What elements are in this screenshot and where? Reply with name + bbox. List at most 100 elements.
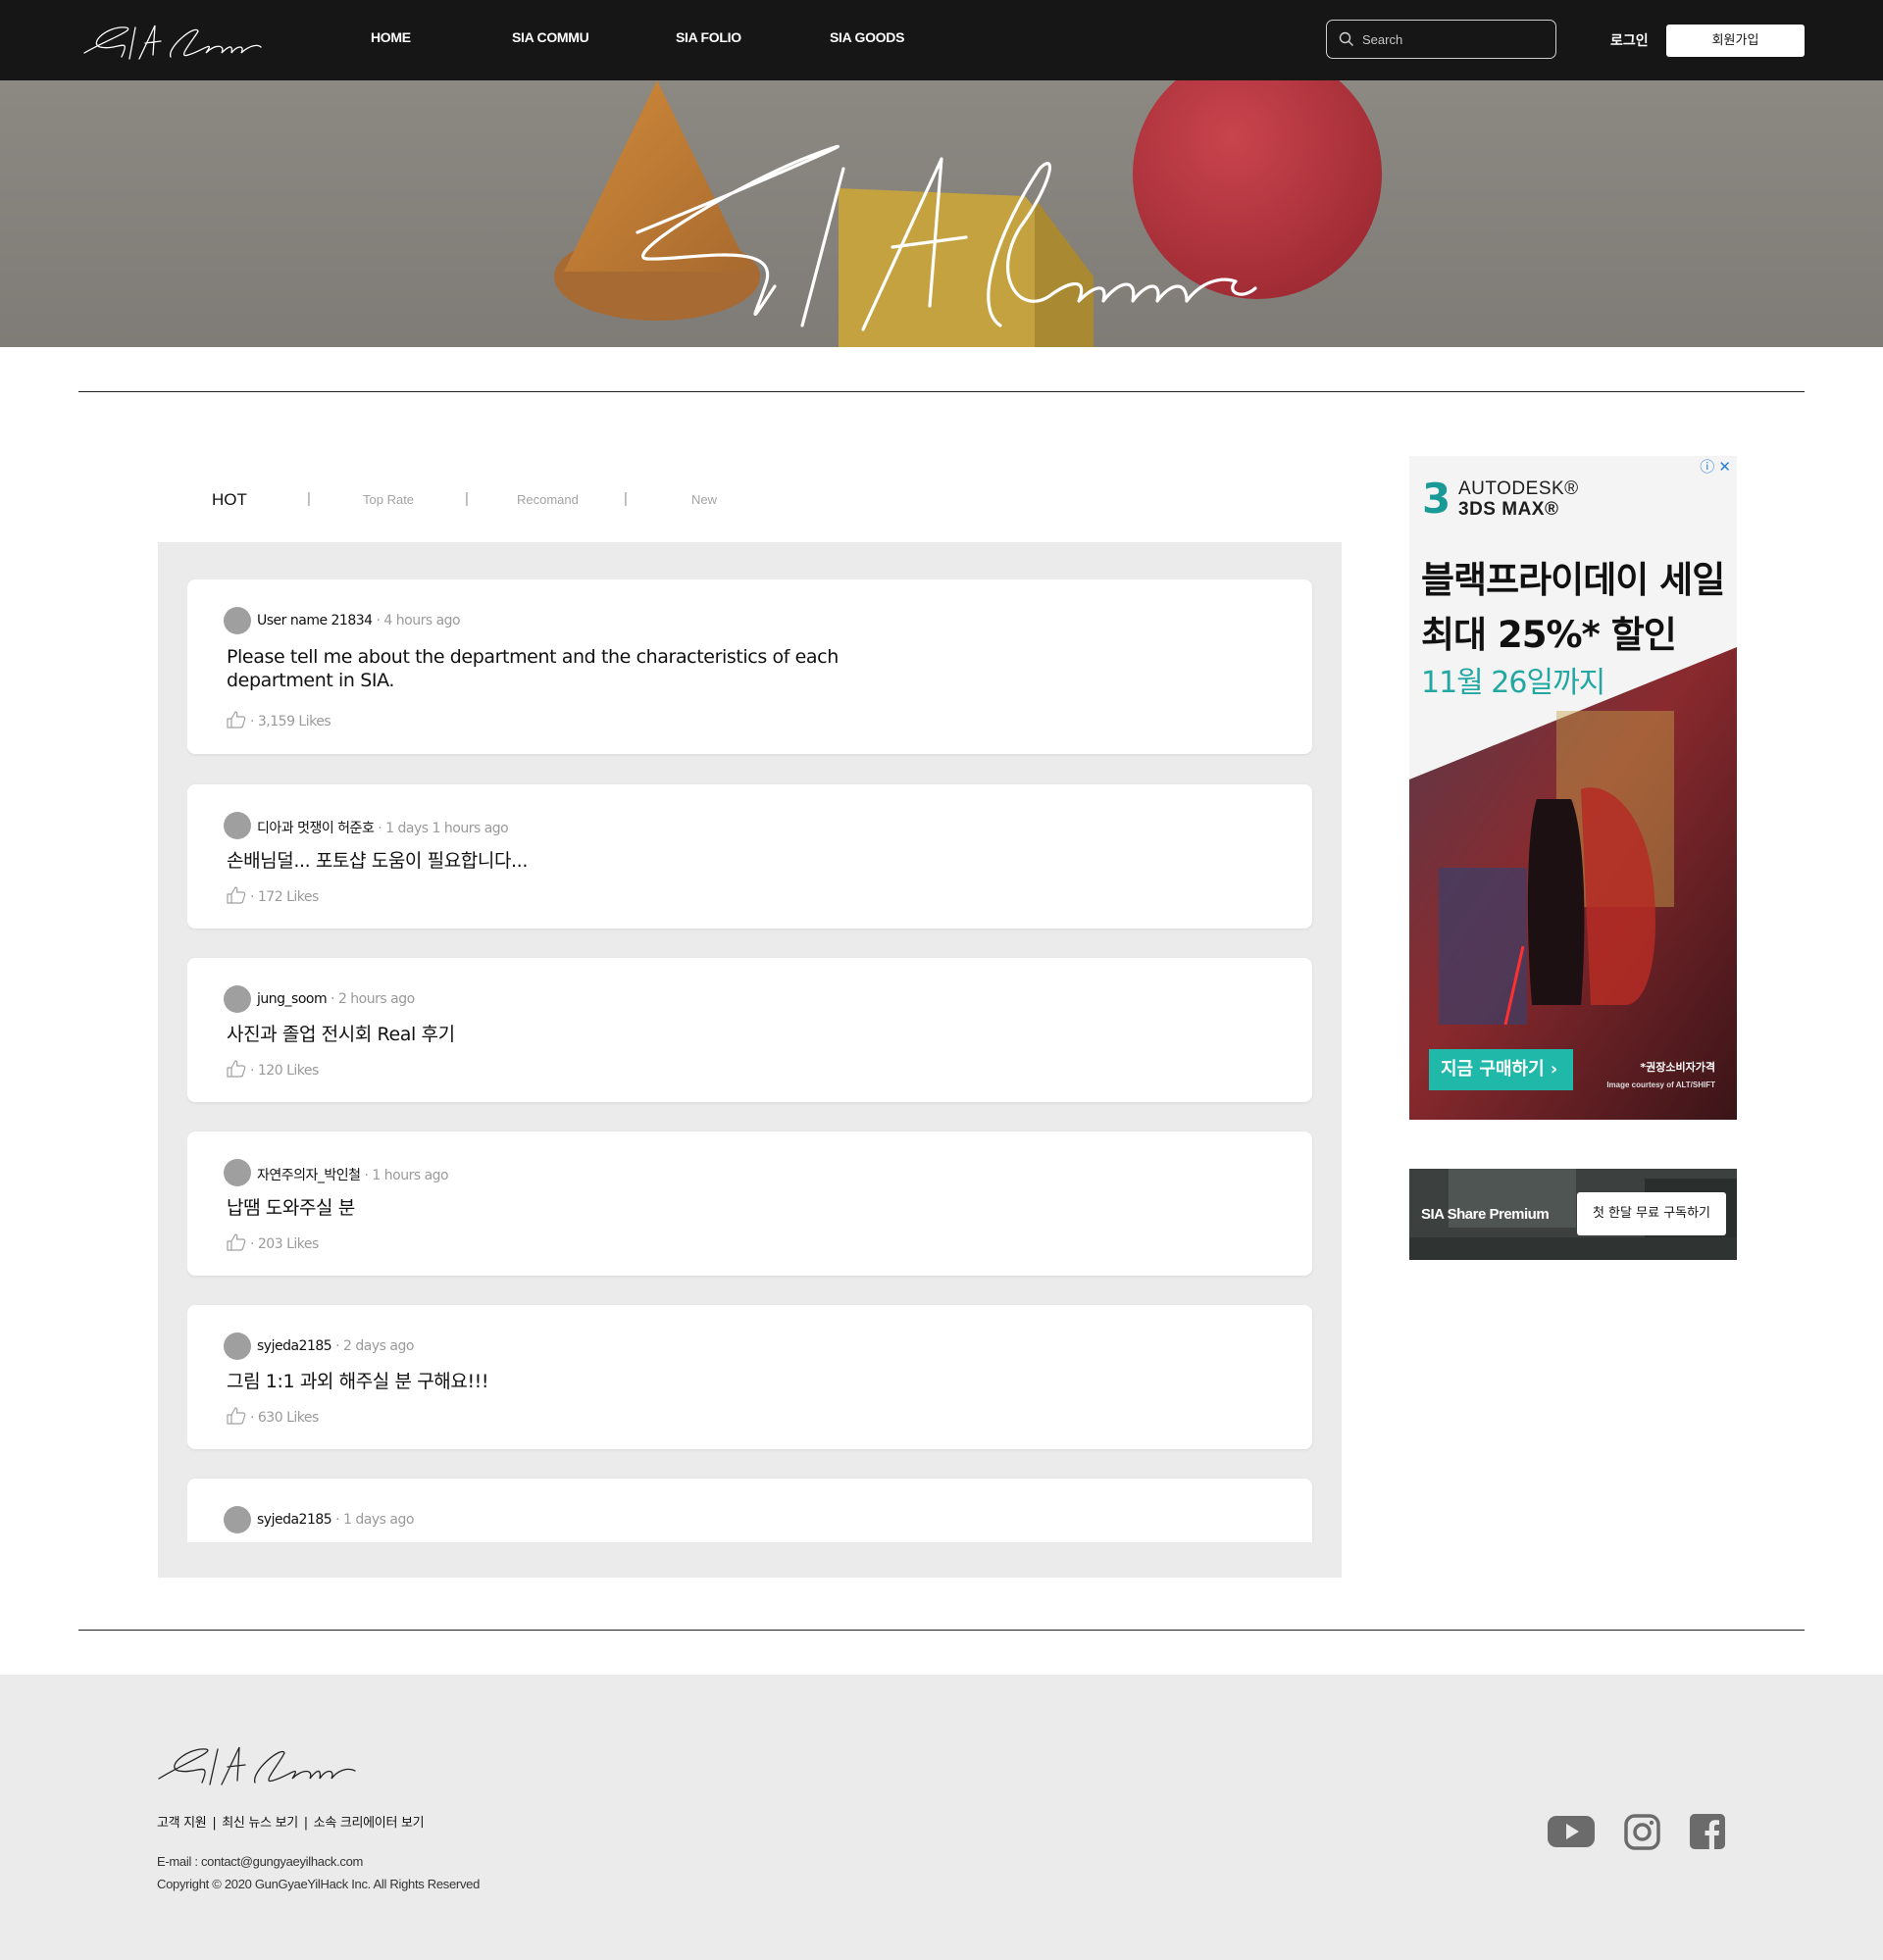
signup-button[interactable]: 회원가입: [1666, 25, 1805, 57]
thumbs-up-icon[interactable]: [227, 711, 246, 729]
tab-recomand[interactable]: Recomand: [517, 492, 579, 507]
site-logo[interactable]: [78, 18, 265, 65]
nav-sia-folio[interactable]: SIA FOLIO: [676, 29, 741, 45]
footer-link-creators[interactable]: 소속 크리에이터 보기: [314, 1816, 425, 1831]
post-likes: · 172 Likes: [227, 886, 319, 905]
post-likes-count: · 120 Likes: [250, 1063, 319, 1079]
post-username[interactable]: User name 21834: [257, 613, 373, 628]
ad-premium-subscribe-button[interactable]: 첫 한달 무료 구독하기: [1577, 1192, 1726, 1235]
avatar: [224, 812, 251, 839]
avatar: [224, 1332, 251, 1360]
post-likes: · 630 Likes: [227, 1407, 319, 1426]
post-card[interactable]: syjeda2185 · 2 days ago 그림 1:1 과외 해주실 분 …: [187, 1305, 1312, 1449]
tab-new[interactable]: New: [691, 492, 717, 507]
footer-link-separator: |: [212, 1816, 217, 1831]
footer-link-support[interactable]: 고객 지원: [157, 1816, 207, 1831]
facebook-icon[interactable]: [1690, 1814, 1725, 1849]
post-feed[interactable]: User name 21834 · 4 hours ago Please tel…: [158, 542, 1342, 1578]
ad-close-icon[interactable]: ⓘ ✕: [1700, 456, 1731, 477]
search-box: [1326, 20, 1556, 59]
instagram-icon[interactable]: [1624, 1814, 1660, 1850]
brand-number: 3: [1422, 475, 1451, 523]
tab-hot[interactable]: HOT: [212, 490, 247, 510]
post-time: · 1 days ago: [331, 1512, 414, 1528]
ad-headline-1: 블랙프라이데이 세일: [1421, 559, 1725, 601]
footer-logo[interactable]: [155, 1739, 361, 1790]
ad-buy-label: 지금 구매하기: [1441, 1059, 1545, 1080]
post-title[interactable]: 그림 1:1 과외 해주실 분 구해요!!!: [227, 1370, 489, 1393]
post-username[interactable]: syjeda2185: [257, 1338, 332, 1354]
avatar: [224, 607, 251, 634]
post-card[interactable]: jung_soom · 2 hours ago 사진과 졸업 전시회 Real …: [187, 958, 1312, 1102]
post-time: · 2 days ago: [331, 1338, 414, 1354]
nav-sia-goods[interactable]: SIA GOODS: [830, 29, 904, 45]
ad-buy-button[interactable]: 지금 구매하기 ›: [1429, 1049, 1573, 1090]
ad-autodesk-3dsmax[interactable]: ⓘ ✕ 3 AUTODESK® 3DS MAX® 블랙프라이데이 세일 최대 25…: [1409, 456, 1737, 1120]
brand-line-2: 3DS MAX®: [1458, 499, 1559, 520]
post-likes-count: · 172 Likes: [250, 889, 319, 905]
search-icon: [1339, 31, 1353, 46]
login-link[interactable]: 로그인: [1610, 30, 1649, 50]
post-card[interactable]: 디아과 멋쟁이 허준호 · 1 days 1 hours ago 손배님덜...…: [187, 784, 1312, 929]
thumbs-up-icon[interactable]: [227, 886, 246, 904]
footer-link-separator: |: [303, 1816, 308, 1831]
post-title[interactable]: Please tell me about the department and …: [227, 645, 854, 692]
post-username[interactable]: syjeda2185: [257, 1512, 332, 1528]
post-meta: syjeda2185 · 2 days ago: [257, 1338, 414, 1354]
post-meta: 자연주의자_박인철 · 1 hours ago: [257, 1165, 449, 1184]
post-time: · 2 hours ago: [327, 991, 415, 1007]
post-likes-count: · 3,159 Likes: [250, 714, 331, 729]
post-meta: syjeda2185 · 1 days ago: [257, 1512, 414, 1528]
footer-copyright: Copyright © 2020 GunGyaeYilHack Inc. All…: [157, 1877, 481, 1891]
avatar: [224, 1159, 251, 1186]
post-title[interactable]: 사진과 졸업 전시회 Real 후기: [227, 1023, 455, 1046]
ad-sia-premium[interactable]: SIA Share Premium 첫 한달 무료 구독하기: [1409, 1169, 1737, 1260]
post-likes: · 3,159 Likes: [227, 711, 331, 729]
tab-separator: |: [624, 490, 628, 507]
post-username[interactable]: 자연주의자_박인철: [257, 1168, 361, 1183]
post-meta: User name 21834 · 4 hours ago: [257, 613, 461, 628]
post-title[interactable]: 납땜 도와주실 분: [227, 1196, 355, 1220]
post-username[interactable]: jung_soom: [257, 991, 328, 1007]
footer-email: E-mail : contact@gungyaeyilhack.com: [157, 1854, 364, 1869]
ad-premium-text: SIA Share Premium: [1421, 1206, 1550, 1223]
ad-headline-3: 11월 26일까지: [1421, 666, 1605, 700]
footer-links: 고객 지원 | 최신 뉴스 보기 | 소속 크리에이터 보기: [157, 1812, 426, 1831]
post-time: · 1 hours ago: [360, 1168, 449, 1183]
post-likes: · 203 Likes: [227, 1233, 319, 1252]
post-likes: · 120 Likes: [227, 1060, 319, 1079]
footer-link-news[interactable]: 최신 뉴스 보기: [222, 1816, 298, 1831]
footer: 고객 지원 | 최신 뉴스 보기 | 소속 크리에이터 보기 E-mail : …: [0, 1675, 1883, 1960]
ad-fine-print-2: Image courtesy of ALT/SHIFT: [1606, 1081, 1715, 1089]
avatar: [224, 985, 251, 1013]
thumbs-up-icon[interactable]: [227, 1407, 246, 1425]
post-likes-count: · 203 Likes: [250, 1236, 319, 1252]
post-username[interactable]: 디아과 멋쟁이 허준호: [257, 821, 375, 836]
avatar: [224, 1506, 251, 1533]
post-likes-count: · 630 Likes: [250, 1410, 319, 1426]
divider-top: [78, 391, 1805, 392]
ad-fine-print-1: *권장소비자가격: [1640, 1061, 1715, 1074]
thumbs-up-icon[interactable]: [227, 1060, 246, 1078]
post-meta: jung_soom · 2 hours ago: [257, 991, 415, 1007]
post-time: · 1 days 1 hours ago: [374, 821, 509, 836]
post-time: · 4 hours ago: [372, 613, 461, 628]
tab-separator: |: [307, 490, 311, 507]
youtube-icon[interactable]: [1547, 1814, 1596, 1849]
tab-top-rate[interactable]: Top Rate: [363, 492, 414, 507]
ad-headline-2: 최대 25%* 할인: [1421, 614, 1677, 656]
divider-bottom: [78, 1630, 1805, 1631]
search-input[interactable]: [1362, 28, 1545, 50]
ad-brand: AUTODESK® 3DS MAX®: [1458, 478, 1579, 520]
chevron-right-icon: ›: [1550, 1059, 1558, 1080]
thumbs-up-icon[interactable]: [227, 1233, 246, 1251]
post-card[interactable]: syjeda2185 · 1 days ago: [187, 1479, 1312, 1542]
post-feed-scroll[interactable]: User name 21834 · 4 hours ago Please tel…: [187, 579, 1315, 1542]
top-navigation-bar: HOME SIA COMMU SIA FOLIO SIA GOODS 로그인 회…: [0, 0, 1883, 80]
post-title[interactable]: 손배님덜... 포토샵 도움이 필요합니다...: [227, 849, 528, 873]
nav-sia-commu[interactable]: SIA COMMU: [512, 29, 589, 45]
post-card[interactable]: User name 21834 · 4 hours ago Please tel…: [187, 579, 1312, 754]
post-card[interactable]: 자연주의자_박인철 · 1 hours ago 납땜 도와주실 분 · 203 …: [187, 1131, 1312, 1276]
brand-line-1: AUTODESK®: [1458, 478, 1579, 499]
nav-home[interactable]: HOME: [371, 29, 411, 45]
